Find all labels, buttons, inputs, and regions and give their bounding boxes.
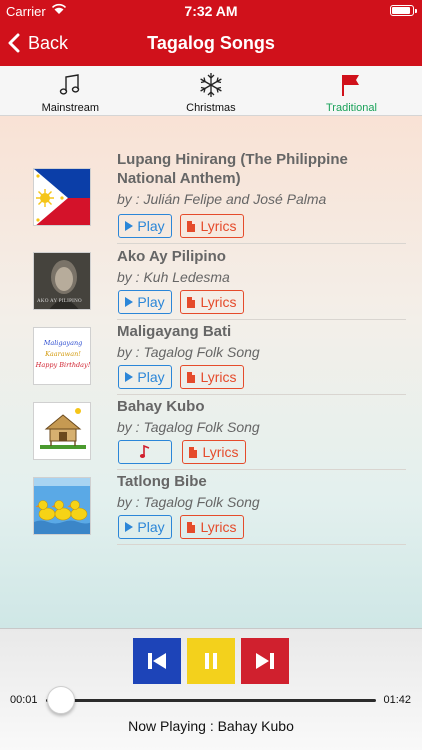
song-title: Ako Ay Pilipino (117, 248, 226, 265)
previous-button[interactable] (133, 638, 181, 684)
song-title: Maligayang Bati (117, 323, 232, 340)
song-artist: by : Julián Felipe and José Palma (117, 191, 327, 207)
song-thumbnail (33, 168, 91, 226)
play-icon (125, 221, 134, 231)
song-thumbnail: AKO AY PILIPINO (33, 252, 91, 310)
card-line-1: Maligayang (43, 339, 83, 347)
lyrics-button[interactable]: Lyrics (180, 290, 244, 314)
music-note-icon (139, 445, 150, 458)
lyrics-label: Lyrics (200, 519, 237, 535)
audio-player: 00:01 01:42 Now Playing : Bahay Kubo (0, 628, 422, 750)
lyrics-button[interactable]: Lyrics (182, 440, 246, 464)
skip-next-icon (256, 653, 274, 669)
song-list: Lupang Hinirang (The Philippine National… (0, 116, 422, 628)
greeting-card-image: Maligayang Kaarawan! Happy Birthday! (34, 338, 91, 371)
divider (117, 469, 406, 470)
play-label: Play (137, 519, 165, 535)
document-icon (187, 296, 196, 308)
lyrics-label: Lyrics (200, 294, 237, 310)
document-icon (187, 220, 196, 232)
philippine-flag-image (34, 169, 90, 225)
document-icon (189, 446, 198, 458)
clock: 7:32 AM (184, 3, 238, 19)
category-tabs: Mainstream Christmas Traditional (0, 66, 422, 116)
skip-previous-icon (148, 653, 166, 669)
card-line-3: Happy Birthday! (35, 361, 91, 369)
now-playing-label: Now Playing : Bahay Kubo (128, 718, 294, 734)
next-button[interactable] (241, 638, 289, 684)
lyrics-button[interactable]: Lyrics (180, 515, 244, 539)
card-line-2: Kaarawan! (45, 350, 81, 358)
song-thumbnail (33, 477, 91, 535)
total-duration: 01:42 (383, 694, 411, 706)
song-title: Lupang Hinirang (The Philippine National… (117, 151, 348, 187)
song-artist: by : Kuh Ledesma (117, 269, 230, 285)
progress-slider-thumb[interactable] (47, 686, 76, 714)
tab-traditional[interactable]: Traditional (281, 66, 422, 115)
divider (117, 544, 406, 545)
lyrics-button[interactable]: Lyrics (180, 214, 244, 238)
lyrics-label: Lyrics (200, 369, 237, 385)
divider (117, 319, 406, 320)
nipa-hut-image (34, 403, 90, 459)
song-artist: by : Tagalog Folk Song (117, 494, 260, 510)
song-artist: by : Tagalog Folk Song (117, 344, 260, 360)
song-thumbnail (33, 402, 91, 460)
three-ducks-image (34, 478, 90, 534)
divider (117, 243, 406, 244)
pause-button[interactable] (187, 638, 235, 684)
flag-icon (342, 75, 360, 96)
tab-christmas[interactable]: Christmas (141, 66, 282, 115)
play-icon (125, 297, 134, 307)
album-cover-caption: AKO AY PILIPINO (37, 299, 82, 304)
tab-label: Christmas (186, 102, 236, 114)
snowflake-icon (200, 73, 222, 97)
tab-label: Traditional (326, 102, 377, 114)
play-icon (125, 522, 134, 532)
elapsed-time: 00:01 (10, 694, 38, 706)
song-title: Bahay Kubo (117, 398, 205, 415)
nav-bar: Carrier 7:32 AM Back Tagalog Songs (0, 0, 422, 66)
page-title: Tagalog Songs (147, 33, 275, 53)
lyrics-label: Lyrics (202, 444, 239, 460)
document-icon (187, 371, 196, 383)
song-artist: by : Tagalog Folk Song (117, 419, 260, 435)
play-label: Play (137, 218, 165, 234)
play-label: Play (137, 294, 165, 310)
document-icon (187, 521, 196, 533)
tab-mainstream[interactable]: Mainstream (0, 66, 141, 115)
progress-track[interactable] (46, 699, 376, 702)
play-button[interactable]: Play (118, 365, 172, 389)
pause-icon (205, 653, 217, 669)
battery-icon (390, 5, 417, 16)
play-button[interactable]: Play (118, 290, 172, 314)
song-title: Tatlong Bibe (117, 473, 207, 490)
music-note-icon (60, 74, 80, 95)
lyrics-button[interactable]: Lyrics (180, 365, 244, 389)
play-label: Play (137, 369, 165, 385)
play-button[interactable]: Play (118, 515, 172, 539)
play-button[interactable]: Play (118, 214, 172, 238)
now-playing-button[interactable] (118, 440, 172, 464)
play-icon (125, 372, 134, 382)
status-bar: Carrier 7:32 AM (0, 0, 422, 22)
song-thumbnail: Maligayang Kaarawan! Happy Birthday! (33, 327, 91, 385)
tab-label: Mainstream (41, 102, 100, 114)
divider (117, 394, 406, 395)
lyrics-label: Lyrics (200, 218, 237, 234)
